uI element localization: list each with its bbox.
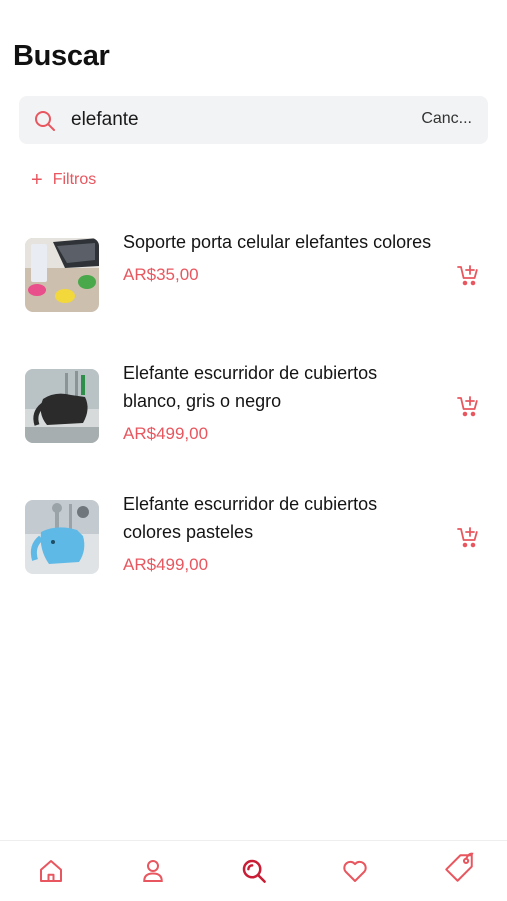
cancel-button[interactable]: Canc...: [421, 110, 472, 128]
add-to-cart-icon[interactable]: [456, 525, 480, 549]
bottom-nav: [0, 840, 507, 901]
search-bar: Canc...: [19, 96, 488, 144]
home-icon[interactable]: [36, 856, 66, 886]
product-item[interactable]: Elefante escurridor de cubiertos blanco,…: [0, 357, 507, 488]
filters-label: Filtros: [52, 171, 97, 188]
product-name[interactable]: Soporte porta celular elefantes colores: [123, 228, 433, 256]
product-name[interactable]: Elefante escurridor de cubiertos colores…: [123, 490, 433, 546]
heart-icon[interactable]: [340, 856, 370, 886]
product-price: AR$35,00: [123, 265, 199, 284]
search-nav-icon[interactable]: [239, 856, 269, 886]
product-item[interactable]: Elefante escurridor de cubiertos colores…: [0, 488, 507, 619]
page-title: Buscar: [13, 40, 110, 72]
plus-icon: +: [31, 169, 43, 191]
profile-icon[interactable]: [138, 856, 168, 886]
search-icon: [35, 111, 55, 131]
product-item[interactable]: Soporte porta celular elefantes colores …: [0, 226, 507, 357]
product-price: AR$499,00: [123, 424, 209, 443]
add-to-cart-icon[interactable]: [456, 394, 480, 418]
product-image[interactable]: [25, 369, 99, 443]
search-results: Soporte porta celular elefantes colores …: [0, 226, 507, 619]
search-input[interactable]: [71, 104, 401, 136]
tag-icon[interactable]: [442, 851, 476, 885]
product-price: AR$499,00: [123, 555, 209, 574]
product-image[interactable]: [25, 238, 99, 312]
product-name[interactable]: Elefante escurridor de cubiertos blanco,…: [123, 359, 433, 415]
product-image[interactable]: [25, 500, 99, 574]
add-to-cart-icon[interactable]: [456, 263, 480, 287]
filters-button[interactable]: + Filtros: [31, 170, 96, 190]
